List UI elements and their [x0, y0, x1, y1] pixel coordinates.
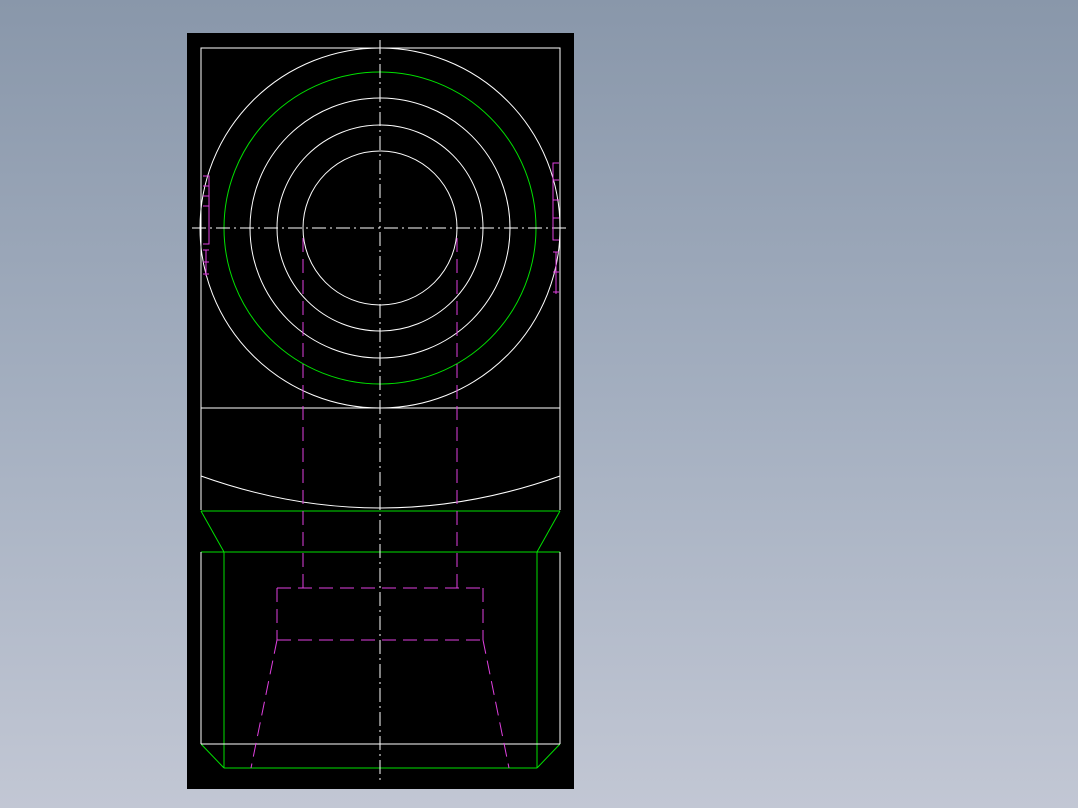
cad-viewport[interactable]: [0, 0, 1078, 808]
cad-drawing-canvas[interactable]: [0, 0, 1078, 808]
